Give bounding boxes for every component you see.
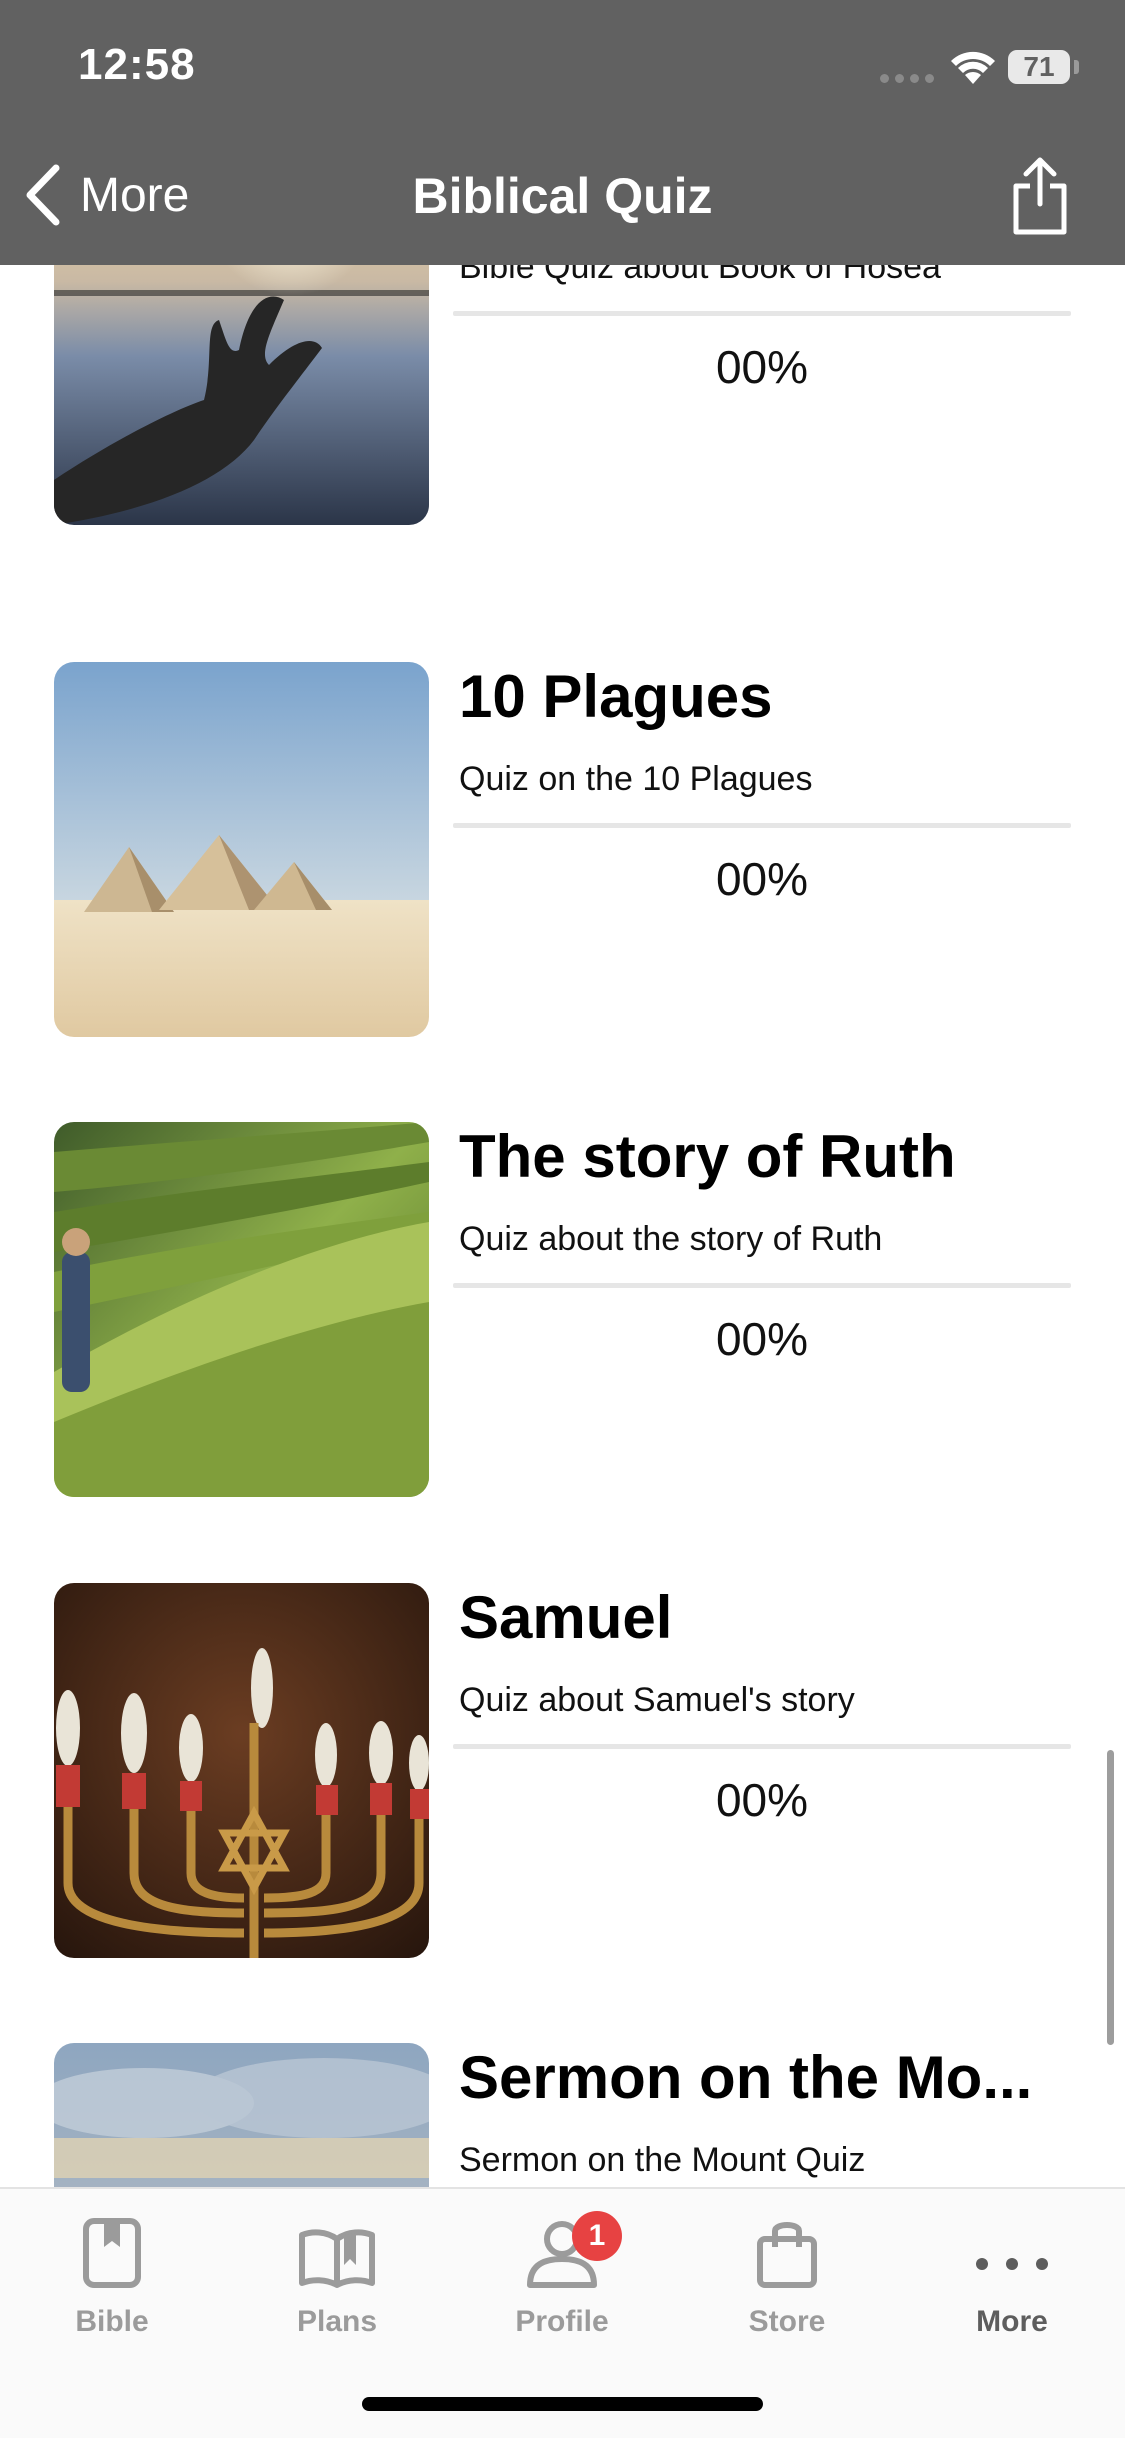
cellular-signal-icon: [880, 74, 934, 83]
share-icon: [1013, 157, 1067, 235]
quiz-list: Bible Quiz about Book of Hosea 00% 10 Pl…: [0, 265, 1125, 2187]
quiz-progress: 00%: [715, 853, 809, 905]
tab-more[interactable]: More: [922, 2209, 1102, 2349]
quiz-progress: 00%: [715, 1313, 809, 1365]
tab-plans[interactable]: Plans: [247, 2209, 427, 2349]
notification-badge: 1: [572, 2211, 622, 2261]
divider: [453, 1283, 1071, 1288]
shopping-bag-icon: [697, 2209, 877, 2289]
menorah-image[interactable]: [54, 1583, 429, 1958]
quiz-item-sermon-on-the-mount[interactable]: Sermon on the Mo... Sermon on the Mount …: [0, 2043, 1125, 2187]
more-dots-icon: [922, 2209, 1102, 2289]
tab-label: Plans: [296, 2305, 378, 2338]
quiz-title: 10 Plagues: [459, 663, 773, 730]
quiz-title: Samuel: [459, 1584, 673, 1651]
person-icon: [472, 2209, 652, 2289]
quiz-progress: 00%: [715, 1774, 809, 1826]
tab-bible[interactable]: Bible: [22, 2209, 202, 2349]
quiz-subtitle: Quiz about Samuel's story: [459, 1681, 855, 1719]
quiz-subtitle: Bible Quiz about Book of Hosea: [459, 265, 941, 286]
tab-label: More: [976, 2305, 1048, 2338]
tab-label: Profile: [515, 2305, 609, 2338]
clouds-sky-image[interactable]: [54, 2043, 429, 2187]
wheat-field-image[interactable]: [54, 1122, 429, 1497]
open-book-icon: [247, 2209, 427, 2289]
tab-label: Store: [748, 2305, 826, 2338]
tab-store[interactable]: Store: [697, 2209, 877, 2349]
quiz-item-hosea[interactable]: Bible Quiz about Book of Hosea 00%: [0, 265, 1125, 525]
navigation-header: 12:58 71 More Biblical Quiz: [0, 0, 1125, 265]
quiz-item-ruth[interactable]: The story of Ruth Quiz about the story o…: [0, 1122, 1125, 1497]
share-button[interactable]: [1008, 156, 1072, 241]
tab-bar: Bible Plans 1 Profile Store More: [0, 2187, 1125, 2438]
battery-cap: [1074, 60, 1079, 74]
quiz-title: The story of Ruth: [459, 1123, 956, 1190]
divider: [453, 1744, 1071, 1749]
tab-profile[interactable]: 1 Profile: [472, 2209, 652, 2349]
quiz-item-10-plagues[interactable]: 10 Plagues Quiz on the 10 Plagues 00%: [0, 662, 1125, 1037]
page-title: Biblical Quiz: [412, 168, 713, 224]
quiz-progress: 00%: [715, 341, 809, 393]
quiz-subtitle: Quiz about the story of Ruth: [459, 1220, 883, 1258]
tab-label: Bible: [75, 2305, 149, 2338]
divider: [453, 311, 1071, 316]
quiz-item-samuel[interactable]: Samuel Quiz about Samuel's story 00%: [0, 1583, 1125, 1958]
divider: [453, 823, 1071, 828]
home-indicator[interactable]: [362, 2397, 763, 2411]
quiz-subtitle: Quiz on the 10 Plagues: [459, 760, 813, 798]
hand-sunlight-image[interactable]: [54, 265, 429, 525]
quiz-title: Sermon on the Mo...: [459, 2044, 1033, 2111]
bible-icon: [22, 2209, 202, 2289]
pyramids-image[interactable]: [54, 662, 429, 1037]
quiz-subtitle: Sermon on the Mount Quiz: [459, 2141, 866, 2179]
status-time: 12:58: [78, 40, 196, 89]
scrollbar[interactable]: [1107, 1750, 1114, 2045]
battery-indicator: 71: [1008, 50, 1070, 84]
wifi-icon: [948, 48, 998, 91]
